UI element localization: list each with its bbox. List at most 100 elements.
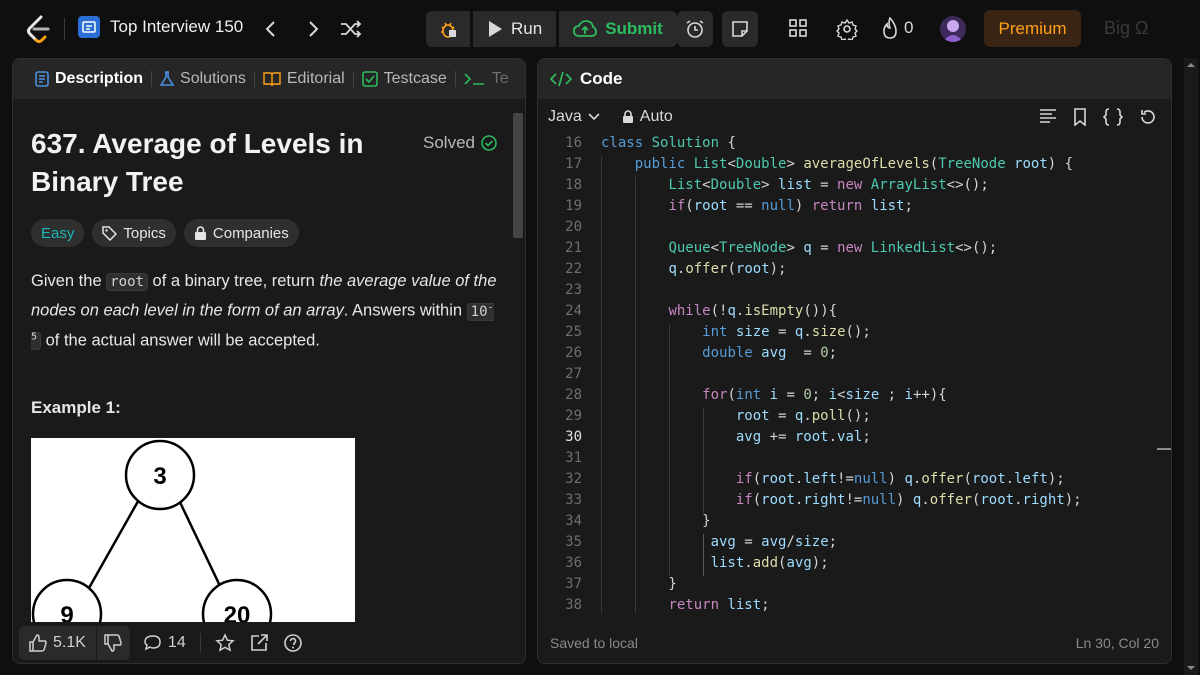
code-line: double avg = 0; [702,345,838,361]
vote-box: 5.1K [19,626,130,660]
tab-editorial-label: Editorial [286,70,345,87]
play-icon [489,21,502,37]
cursor-position: Ln 30, Col 20 [1075,635,1159,651]
line-number: 21 [565,240,582,256]
line-number: 31 [565,450,582,466]
run-submit-group: Run Submit [426,11,677,47]
save-status: Saved to local [550,635,638,651]
code-brackets-icon [550,71,572,87]
shuffle-icon [341,20,362,38]
tree-node-root: 3 [153,463,166,490]
reset-icon[interactable] [1139,108,1157,126]
topics-chip[interactable]: Topics [92,219,176,247]
line-number-current: 30 [565,429,582,445]
dislike-button[interactable] [95,626,130,660]
check-circle-icon [481,135,497,151]
avatar[interactable] [940,16,966,42]
gear-icon [836,18,858,40]
code-line: int size = q.size(); [702,324,871,340]
tab-solutions[interactable]: Solutions [152,70,254,88]
code-editor[interactable]: 16 17 18 19 20 21 22 23 24 25 26 27 28 2… [538,135,1158,613]
companies-label: Companies [212,224,289,242]
points-button[interactable]: 0 [882,17,913,39]
binary-tree-diagram: 3 9 20 [31,440,273,622]
help-icon[interactable] [283,633,303,653]
scroll-down-icon[interactable] [1184,663,1198,673]
inline-code: root [106,273,148,291]
line-number: 24 [565,303,582,319]
code-line: if(root.left!=null) q.offer(root.left); [735,471,1065,487]
code-line: avg += root.val; [735,429,871,445]
premium-button[interactable]: Premium [984,10,1081,47]
leetcode-logo-icon[interactable] [24,14,52,44]
topics-label: Topics [123,224,166,242]
editor-status-bar: Saved to local Ln 30, Col 20 [538,623,1171,663]
example-tree-image: 3 9 20 [31,438,355,622]
problem-list-button[interactable]: Top Interview 150 [78,16,243,38]
line-number: 27 [565,366,582,382]
code-header: Code [538,59,1171,99]
editor-scroll-marker [1157,448,1171,450]
share-icon[interactable] [249,633,269,653]
editor-toolbar: Java Auto [538,99,1171,135]
difficulty-chip[interactable]: Easy [31,219,85,247]
next-problem-button[interactable] [298,14,328,44]
lock-icon [194,225,206,240]
timer-button[interactable] [677,11,713,47]
scroll-up-icon[interactable] [1184,60,1198,70]
alarm-clock-icon [686,20,704,38]
tab-description[interactable]: Description [27,70,151,88]
code-line: public List<Double> averageOfLevels(Tree… [634,156,1074,172]
line-number: 38 [565,597,582,613]
like-button[interactable]: 5.1K [19,626,96,660]
format-icon[interactable] [1039,108,1057,124]
bookmark-icon[interactable] [1073,108,1087,126]
prev-problem-button[interactable] [256,14,286,44]
description-panel: Description Solutions Editorial Testcase… [12,58,526,664]
chevron-down-icon [588,113,600,121]
description-scrollbar[interactable] [511,101,525,621]
star-icon[interactable] [214,633,235,653]
terminal-icon [464,73,484,85]
big-o-label: Big Ω [1104,18,1149,38]
tag-icon [102,225,118,241]
braces-icon[interactable] [1103,108,1123,126]
top-bar: Top Interview 150 Run Submit 0 Premium B… [0,0,1200,58]
problem-title: 637. Average of Levels in Binary Tree [31,128,364,197]
left-tab-bar: Description Solutions Editorial Testcase… [13,59,525,99]
submit-label: Submit [605,19,663,38]
thumbs-down-icon [104,634,123,652]
tab-editorial[interactable]: Editorial [255,70,353,88]
random-problem-button[interactable] [336,14,366,44]
code-line: return list; [668,597,770,613]
code-line: for(int i = 0; i<size ; i++){ [702,387,947,403]
comment-count: 14 [167,634,186,651]
auto-mode-toggle[interactable]: Auto [622,108,673,126]
line-number: 17 [565,156,582,172]
thumbs-up-icon [29,634,47,652]
divider [199,633,201,653]
companies-chip[interactable]: Companies [183,219,299,247]
run-button[interactable]: Run [473,11,557,47]
problem-statement: Given the root of a binary tree, return … [31,269,501,354]
tab-test-result[interactable]: Te [456,70,517,88]
code-line: q.offer(root); [668,261,787,277]
tab-testcase[interactable]: Testcase [354,70,455,88]
layout-button[interactable] [788,18,808,38]
scrollbar-thumb[interactable] [513,113,523,238]
book-icon [263,72,281,87]
debug-button[interactable] [426,11,470,47]
settings-button[interactable] [836,18,858,40]
notes-button[interactable] [722,11,758,47]
tree-node-right: 20 [224,602,251,622]
page-scrollbar[interactable] [1184,58,1198,675]
line-number: 20 [565,219,582,235]
language-select[interactable]: Java [548,108,600,126]
line-number: 28 [565,387,582,403]
exponent-base: 10 [470,303,488,320]
submit-button[interactable]: Submit [559,11,677,47]
code-line: } [601,576,677,592]
comments-button[interactable]: 14 [144,634,186,652]
tag-chips: Easy Topics Companies [31,219,501,247]
tab-testcase-label: Testcase [383,70,447,87]
